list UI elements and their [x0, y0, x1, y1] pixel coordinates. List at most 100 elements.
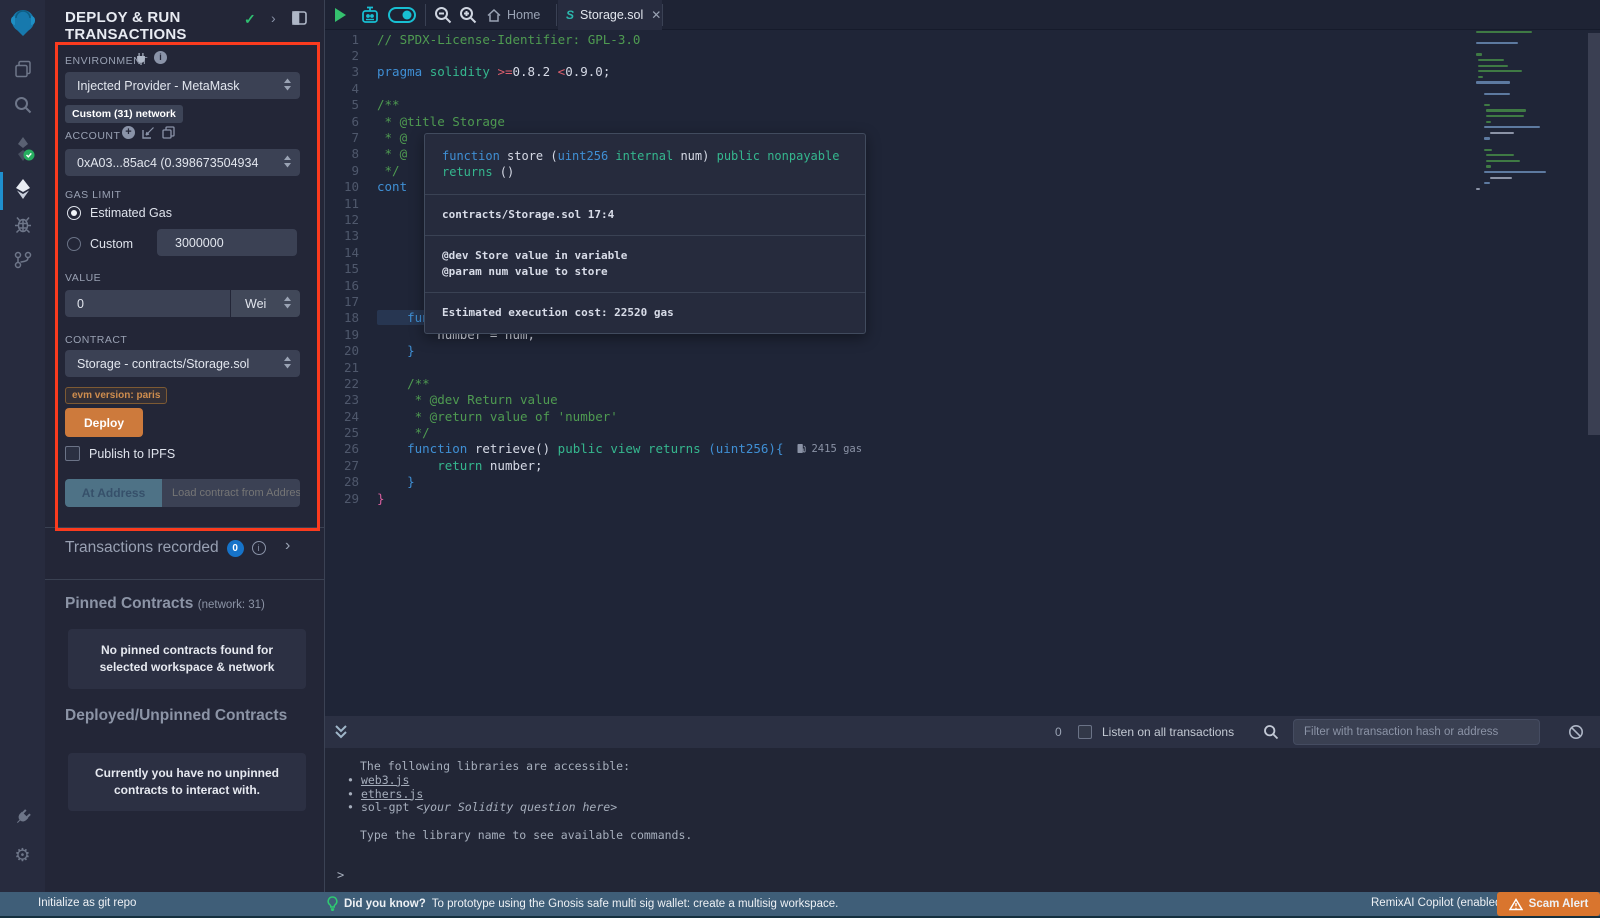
custom-gas-input[interactable]: [157, 229, 297, 256]
line-number: 25: [325, 425, 377, 440]
account-select[interactable]: 0xA03...85ac4 (0.398673504934: [65, 149, 300, 176]
terminal-library-link[interactable]: •web3.js: [325, 774, 1600, 788]
listen-transactions-checkbox[interactable]: [1078, 725, 1092, 739]
tooltip-doc: @dev Store value in variable @param num …: [425, 235, 865, 292]
terminal-library-link[interactable]: •ethers.js: [325, 788, 1600, 802]
editor-scrollbar[interactable]: [1588, 33, 1600, 435]
solidity-compiler-icon[interactable]: [0, 136, 45, 162]
minimap-line: [1486, 115, 1524, 117]
code-line[interactable]: 24 * @return value of 'number': [325, 408, 1448, 424]
code-line[interactable]: 28 }: [325, 474, 1448, 490]
at-address-input[interactable]: [162, 479, 300, 507]
minimap-line: [1478, 59, 1504, 61]
minimap-line: [1486, 109, 1526, 111]
minimap[interactable]: [1476, 31, 1548, 211]
line-number: 13: [325, 228, 377, 243]
zoom-out-icon[interactable]: [434, 6, 452, 29]
code-line[interactable]: 20 }: [325, 342, 1448, 358]
select-arrows-icon: [283, 296, 292, 311]
close-tab-icon[interactable]: ✕: [651, 8, 661, 22]
transactions-info-icon[interactable]: i: [252, 541, 266, 555]
tab-storage-sol[interactable]: S Storage.sol ✕: [558, 0, 662, 30]
environment-info-icon[interactable]: i: [154, 51, 167, 64]
terminal-output: The following libraries are accessible:•…: [325, 760, 1600, 843]
settings-gear-icon[interactable]: ⚙: [0, 845, 45, 866]
code-line[interactable]: 6 * @title Storage: [325, 113, 1448, 129]
zoom-in-icon[interactable]: [459, 6, 477, 29]
gas-estimate-annotation: 2415 gas: [797, 443, 862, 455]
code-line[interactable]: 29}: [325, 490, 1448, 506]
terminal-line: Type the library name to see available c…: [325, 829, 1600, 843]
at-address-button[interactable]: At Address: [65, 479, 162, 507]
estimated-gas-label: Estimated Gas: [90, 206, 172, 220]
edit-account-icon[interactable]: [142, 126, 155, 144]
terminal[interactable]: The following libraries are accessible:•…: [325, 748, 1600, 892]
transactions-expand-chevron-icon[interactable]: ›: [285, 537, 290, 555]
code-line[interactable]: 21: [325, 359, 1448, 375]
transactions-recorded-row[interactable]: Transactions recorded 0 i: [65, 539, 266, 557]
line-number: 15: [325, 261, 377, 276]
terminal-search-icon[interactable]: [1263, 724, 1279, 743]
minimap-line: [1484, 126, 1540, 128]
custom-gas-radio[interactable]: [67, 237, 81, 251]
git-init-button[interactable]: Initialize as git repo: [38, 897, 136, 909]
line-number: 21: [325, 360, 377, 375]
minimap-line: [1486, 154, 1514, 156]
line-number: 26: [325, 441, 377, 456]
code-line[interactable]: 3pragma solidity >=0.8.2 <0.9.0;: [325, 64, 1448, 80]
add-account-icon[interactable]: +: [122, 126, 135, 139]
code-line[interactable]: 27 return number;: [325, 457, 1448, 473]
value-input[interactable]: [65, 290, 230, 317]
run-script-icon[interactable]: [333, 7, 347, 28]
minimap-line: [1484, 104, 1490, 106]
select-arrows-icon: [283, 155, 292, 170]
value-unit-select[interactable]: Wei: [231, 290, 300, 317]
block-icon[interactable]: [1568, 724, 1584, 743]
line-number: 28: [325, 474, 377, 489]
plug-icon[interactable]: [135, 52, 147, 70]
minimap-line: [1478, 70, 1522, 72]
terminal-prompt[interactable]: >: [337, 868, 344, 882]
scam-alert-badge[interactable]: Scam Alert: [1497, 892, 1600, 916]
divider: [662, 4, 663, 26]
collapse-chevron-icon[interactable]: ›: [271, 10, 276, 26]
code-line[interactable]: 25 */: [325, 424, 1448, 440]
home-icon: [487, 9, 501, 22]
tab-home-label: Home: [507, 8, 540, 22]
deployed-contracts-title: Deployed/Unpinned Contracts: [65, 707, 287, 725]
transaction-filter-input[interactable]: [1293, 719, 1540, 745]
code-editor[interactable]: 1// SPDX-License-Identifier: GPL-3.023pr…: [325, 30, 1600, 716]
contract-select[interactable]: Storage - contracts/Storage.sol: [65, 350, 300, 377]
environment-select[interactable]: Injected Provider - MetaMask: [65, 72, 300, 99]
minimap-line: [1476, 188, 1480, 190]
line-number: 16: [325, 278, 377, 293]
deploy-run-panel: DEPLOY & RUN TRANSACTIONS ✓ › ENVIRONMEN…: [45, 0, 325, 892]
pin-panel-icon[interactable]: [292, 11, 307, 30]
git-icon[interactable]: [0, 250, 45, 270]
copilot-toggle[interactable]: [388, 7, 416, 28]
remix-logo-icon[interactable]: [0, 6, 45, 38]
deploy-button[interactable]: Deploy: [65, 408, 143, 437]
code-line[interactable]: 23 * @dev Return value: [325, 392, 1448, 408]
copilot-status[interactable]: RemixAI Copilot (enabled): [1371, 897, 1505, 909]
ai-copilot-robot-icon[interactable]: [358, 4, 382, 31]
code-line[interactable]: 5/**: [325, 97, 1448, 113]
code-line[interactable]: 1// SPDX-License-Identifier: GPL-3.0: [325, 31, 1448, 47]
copy-account-icon[interactable]: [162, 126, 175, 144]
plugin-manager-icon[interactable]: [0, 807, 45, 827]
code-line[interactable]: 26 function retrieve() public view retur…: [325, 441, 1448, 457]
collapse-terminal-icon[interactable]: [334, 724, 348, 743]
line-number: 6: [325, 114, 377, 129]
estimated-gas-radio[interactable]: [67, 206, 81, 220]
publish-ipfs-checkbox[interactable]: [65, 446, 80, 461]
debugger-icon[interactable]: [0, 214, 45, 234]
tab-home[interactable]: Home: [487, 0, 540, 30]
code-line[interactable]: 4: [325, 80, 1448, 96]
code-line[interactable]: 2: [325, 47, 1448, 63]
line-number: 14: [325, 245, 377, 260]
select-arrows-icon: [283, 356, 292, 371]
code-line[interactable]: 22 /**: [325, 375, 1448, 391]
search-icon[interactable]: [0, 95, 45, 115]
file-explorer-icon[interactable]: [0, 59, 45, 79]
deploy-run-icon[interactable]: [0, 178, 45, 200]
